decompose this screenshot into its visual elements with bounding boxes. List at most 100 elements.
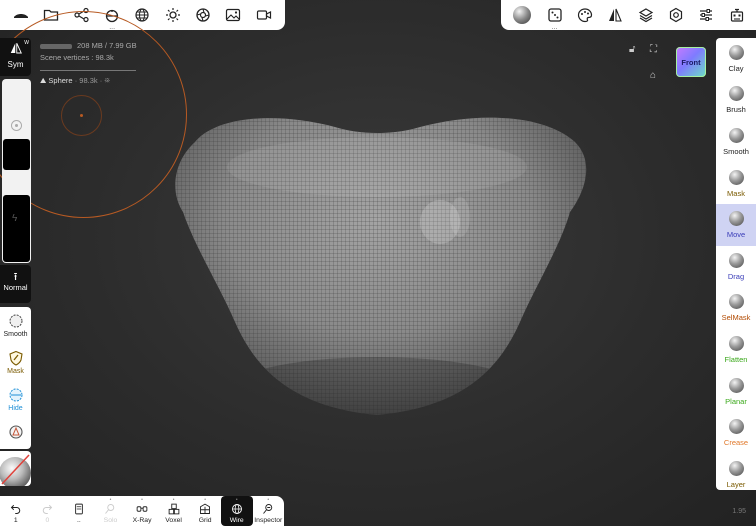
redo-button[interactable]: 0 bbox=[32, 496, 64, 526]
object-name: Sphere bbox=[48, 76, 73, 85]
undo-icon bbox=[10, 504, 20, 514]
normal-toggle[interactable]: ⭱ Normal bbox=[0, 265, 31, 303]
tool-label: Smooth bbox=[723, 146, 749, 156]
redo-icon bbox=[43, 504, 53, 514]
planar-brush-icon bbox=[728, 377, 744, 393]
robot-icon[interactable] bbox=[727, 5, 747, 25]
left-tool-extra[interactable] bbox=[0, 418, 31, 448]
scene-info: 208 MB / 7.99 GB Scene vertices : 98.3k … bbox=[40, 40, 137, 87]
symmetry-icon[interactable] bbox=[605, 5, 625, 25]
voxel-icon bbox=[168, 503, 179, 515]
option-dot: • bbox=[141, 497, 143, 503]
sculpt-mesh[interactable] bbox=[165, 97, 590, 417]
right-tool-column: Clay Brush Smooth Mask Move Drag SelMask Flatte… bbox=[716, 38, 756, 490]
solo-button[interactable]: • Solo bbox=[95, 496, 127, 526]
settings-icon[interactable] bbox=[666, 5, 686, 25]
lock-icon[interactable]: 🔓︎ bbox=[629, 44, 635, 55]
home-icon[interactable]: ⌂ bbox=[650, 70, 656, 81]
tool-label: Mask bbox=[727, 188, 745, 198]
grid-button[interactable]: • Grid bbox=[189, 496, 221, 526]
tool-label: Move bbox=[726, 230, 746, 240]
voxel-button[interactable]: • Voxel bbox=[158, 496, 190, 526]
info-divider bbox=[40, 70, 136, 71]
mask-brush-icon bbox=[728, 169, 744, 185]
left-tool-mask[interactable]: Mask bbox=[0, 344, 31, 381]
wire-icon bbox=[231, 504, 242, 514]
toolbar-label: Inspector bbox=[254, 517, 283, 524]
tool-move[interactable]: Move bbox=[716, 204, 756, 246]
scene-menu-icon[interactable] bbox=[11, 5, 31, 25]
sym-label: Sym bbox=[7, 60, 24, 69]
inspector-icon bbox=[263, 504, 273, 514]
undo-button[interactable]: 1 bbox=[0, 496, 32, 526]
camera-icon[interactable] bbox=[254, 5, 274, 25]
tool-label: SelMask bbox=[721, 313, 751, 323]
light-icon[interactable] bbox=[163, 5, 183, 25]
grid-icon bbox=[200, 503, 211, 514]
tool-layer[interactable]: Layer bbox=[716, 454, 756, 490]
left-tool-label: Smooth bbox=[3, 331, 28, 338]
material-sphere-icon bbox=[0, 454, 31, 486]
tool-drag[interactable]: Drag bbox=[716, 246, 756, 288]
radius-slider[interactable] bbox=[3, 139, 30, 170]
symmetry-icon bbox=[10, 43, 22, 54]
tool-mask[interactable]: Mask bbox=[716, 163, 756, 205]
bottom-toolbar: 1 0.. • Solo • X-Ray • Voxel • Grid • Wire • Inspecto… bbox=[0, 496, 284, 526]
wire-button[interactable]: • Wire bbox=[220, 496, 253, 526]
image-icon[interactable] bbox=[223, 5, 243, 25]
tool-brush[interactable]: Brush bbox=[716, 80, 756, 122]
tool-flatten[interactable]: Flatten bbox=[716, 329, 756, 371]
scene-vertices: Scene vertices : 98.3k bbox=[40, 53, 114, 62]
tool-stack-icon bbox=[75, 503, 83, 515]
option-dot: • bbox=[172, 497, 175, 503]
tool-selmask[interactable]: SelMask bbox=[716, 288, 756, 330]
tool-stack-button[interactable]: .. bbox=[63, 496, 95, 526]
dice-icon[interactable] bbox=[545, 5, 565, 25]
smooth-icon bbox=[9, 314, 22, 328]
object-icon: ⛰ bbox=[40, 76, 47, 85]
inspector-button[interactable]: • Inspector bbox=[253, 496, 285, 526]
left-tool-smooth[interactable]: Smooth bbox=[0, 307, 31, 344]
tool-crease[interactable]: Crease bbox=[716, 412, 756, 454]
view-cube[interactable]: Front bbox=[676, 47, 706, 77]
mask-icon bbox=[8, 350, 23, 366]
sculpt-tool-icon[interactable] bbox=[510, 3, 534, 27]
clay-brush-icon bbox=[728, 44, 744, 60]
object-row[interactable]: ⛰ Sphere · 98.3k · ⛯ bbox=[40, 75, 137, 87]
toolbar-label: 0 bbox=[45, 517, 50, 524]
layers-icon[interactable] bbox=[636, 5, 656, 25]
brush-sliders: ϟ bbox=[2, 79, 31, 263]
tool-planar[interactable]: Planar bbox=[716, 371, 756, 413]
left-tool-hide[interactable]: Hide bbox=[0, 381, 31, 418]
tool-label: Brush bbox=[726, 105, 746, 115]
xray-icon bbox=[136, 506, 148, 512]
tool-label: Clay bbox=[728, 63, 744, 73]
symmetry-toggle[interactable]: W Sym bbox=[0, 38, 31, 76]
brush-center-dot bbox=[80, 114, 83, 117]
toolbar-label: Voxel bbox=[165, 517, 182, 524]
smooth-brush-icon bbox=[728, 127, 744, 143]
tool-label: Layer bbox=[726, 479, 746, 489]
crease-brush-icon bbox=[728, 419, 744, 435]
layer-brush-icon bbox=[728, 460, 744, 476]
lightning-icon: ϟ bbox=[12, 213, 18, 224]
tool-clay[interactable]: Clay bbox=[716, 38, 756, 80]
fullscreen-icon[interactable]: ⛶ bbox=[650, 44, 657, 55]
toolbar-label: .. bbox=[77, 517, 81, 524]
sliders-icon[interactable] bbox=[696, 5, 716, 25]
toolbar-label: X-Ray bbox=[132, 517, 152, 524]
xray-button[interactable]: • X-Ray bbox=[126, 496, 158, 526]
globe-icon[interactable] bbox=[132, 5, 152, 25]
material-preview[interactable] bbox=[0, 451, 31, 486]
intensity-slider[interactable] bbox=[3, 195, 30, 262]
tool-label: Planar bbox=[725, 396, 747, 406]
tool-label: Drag bbox=[727, 271, 745, 281]
option-dot: • bbox=[235, 497, 238, 503]
render-icon[interactable] bbox=[193, 5, 213, 25]
radius-target-icon[interactable] bbox=[11, 120, 22, 131]
hide-icon bbox=[9, 388, 22, 402]
tool-smooth[interactable]: Smooth bbox=[716, 121, 756, 163]
move-brush-icon bbox=[728, 211, 744, 227]
object-detail: · 98.3k · ⛯ bbox=[74, 76, 111, 85]
palette-icon[interactable] bbox=[575, 5, 595, 25]
